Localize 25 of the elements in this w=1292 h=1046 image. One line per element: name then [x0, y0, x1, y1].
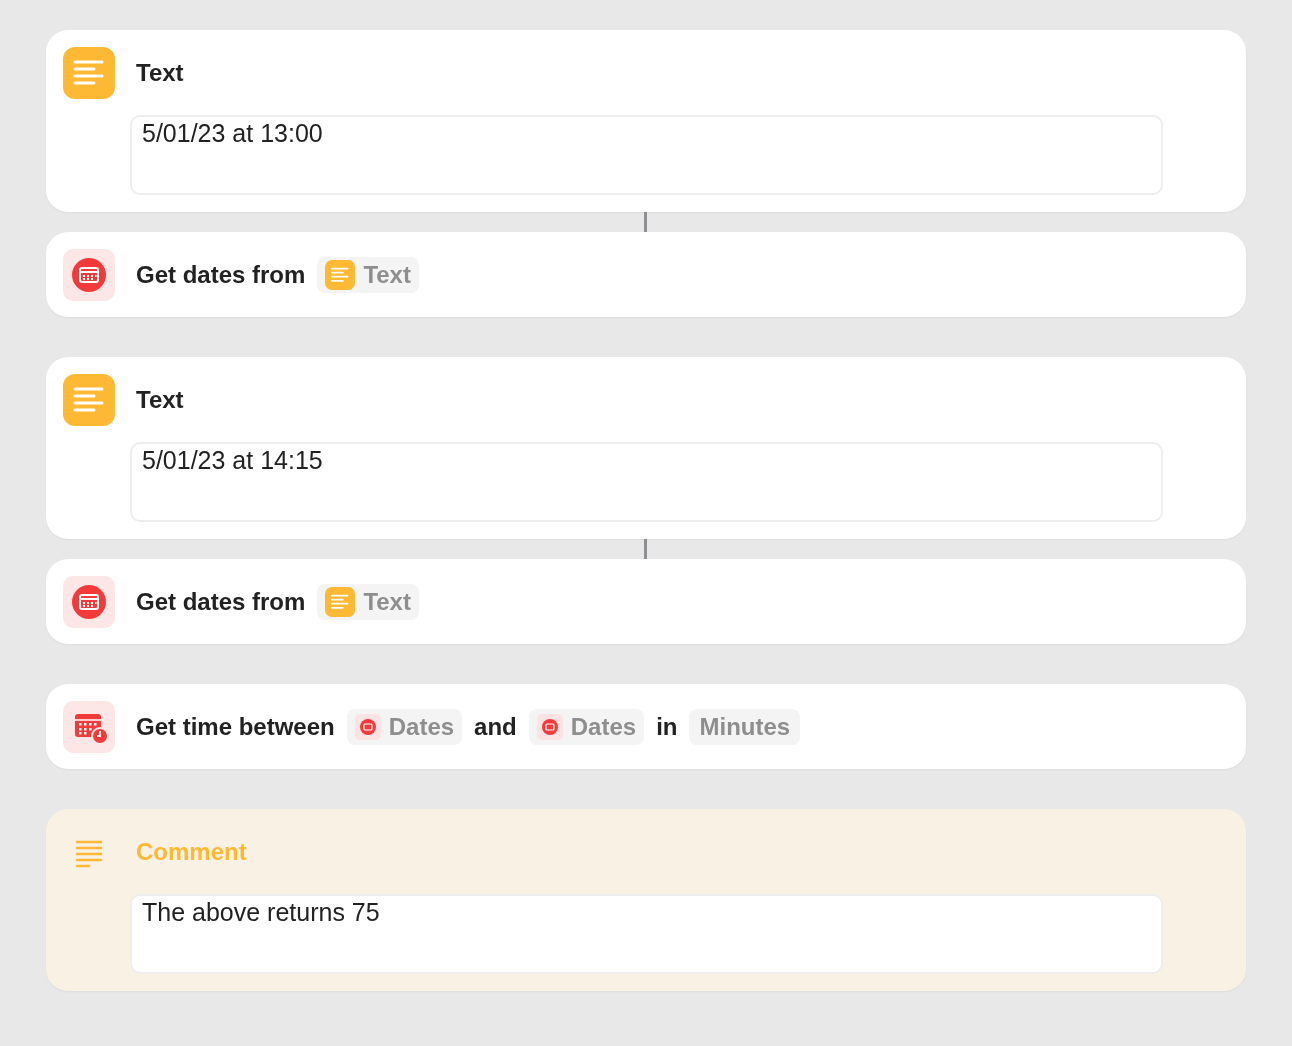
- text-lines-icon: [325, 259, 356, 290]
- action-title: Text: [136, 386, 184, 414]
- text-field[interactable]: 5/01/23 at 14:15: [130, 442, 1163, 522]
- variable-token[interactable]: Text: [317, 256, 419, 293]
- text-lines-icon: [63, 374, 115, 426]
- action-label: Get dates from: [136, 587, 306, 616]
- calendar-icon: [63, 575, 115, 628]
- action-label: Get time between: [136, 712, 335, 741]
- action-label: Get dates from: [136, 260, 306, 289]
- text-lines-icon: [63, 47, 115, 99]
- action-label: in: [656, 712, 678, 741]
- variable-token[interactable]: Text: [317, 583, 419, 620]
- calendar-icon: [536, 713, 563, 740]
- variable-token[interactable]: Dates: [346, 708, 463, 745]
- action-title: Text: [136, 59, 184, 87]
- variable-token[interactable]: Dates: [528, 708, 645, 745]
- text-lines-icon: [325, 586, 356, 617]
- text-field[interactable]: The above returns 75: [130, 894, 1163, 974]
- calendar-clock-icon: [63, 700, 115, 753]
- text-field[interactable]: 5/01/23 at 13:00: [130, 115, 1163, 195]
- action-title: Comment: [136, 838, 247, 866]
- calendar-icon: [63, 248, 115, 301]
- action-label: and: [474, 712, 517, 741]
- unit-parameter[interactable]: Minutes: [689, 708, 801, 745]
- calendar-icon: [354, 713, 381, 740]
